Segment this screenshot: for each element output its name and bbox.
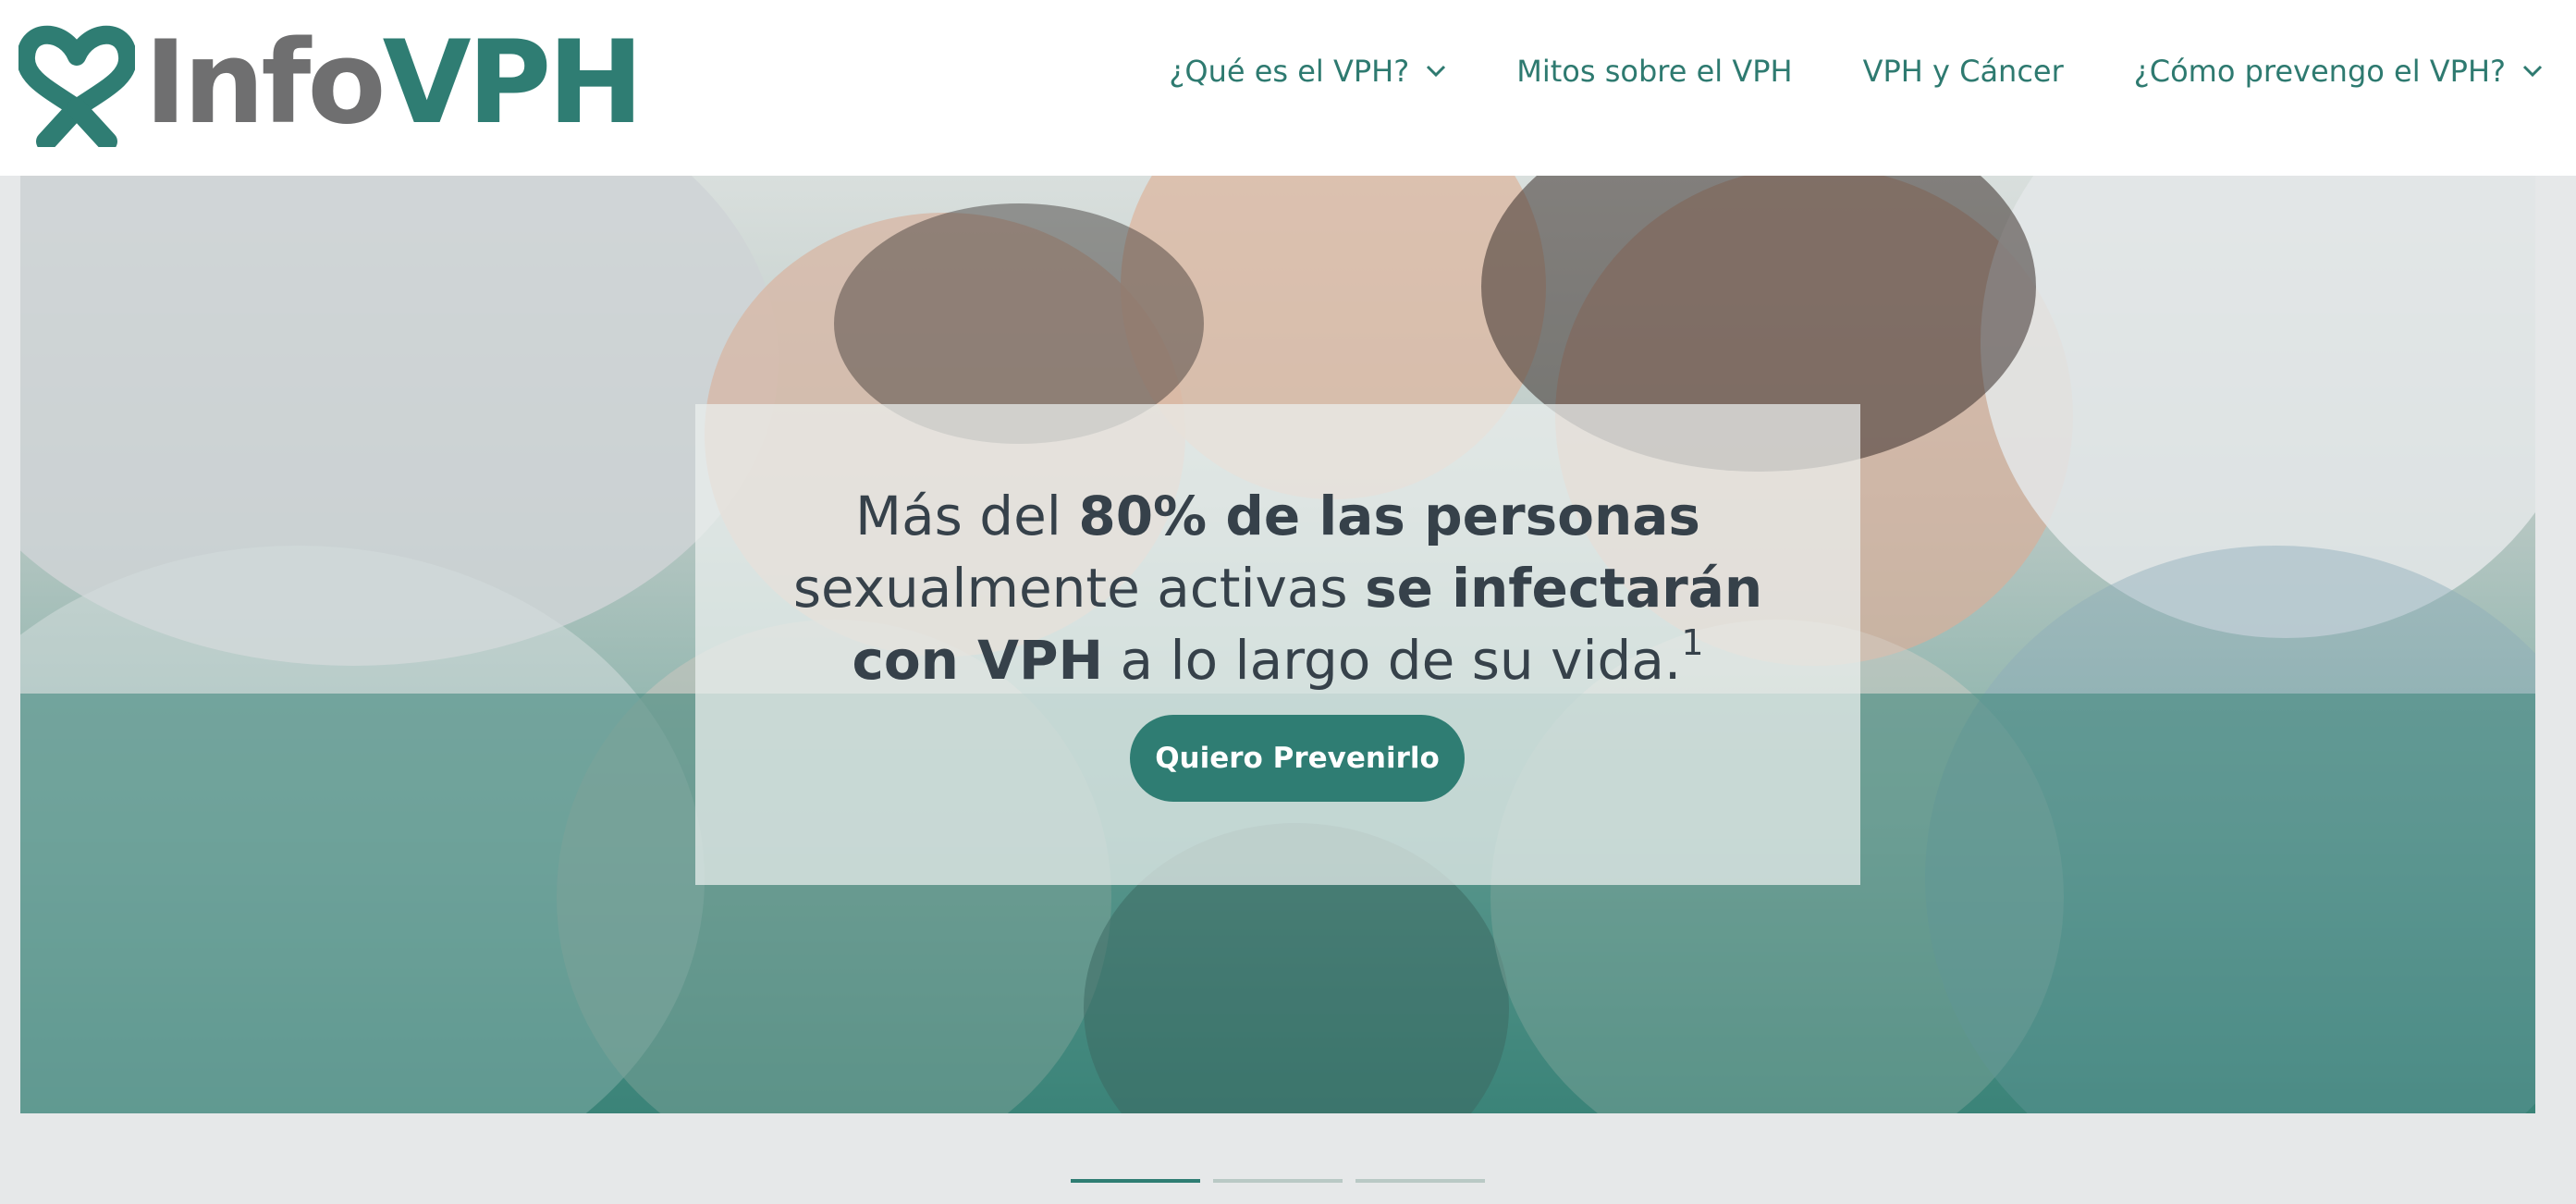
main-navigation: ¿Qué es el VPH? Mitos sobre el VPH VPH y… xyxy=(1169,54,2543,89)
footnote-marker[interactable]: 1 xyxy=(1681,622,1703,663)
quiero-prevenirlo-button[interactable]: Quiero Prevenirlo xyxy=(1130,715,1465,802)
chevron-down-icon xyxy=(1427,65,1446,78)
nav-item-label: Mitos sobre el VPH xyxy=(1516,54,1793,89)
nav-item-label: VPH y Cáncer xyxy=(1862,54,2064,89)
chevron-down-icon xyxy=(2522,65,2543,78)
nav-item-mitos[interactable]: Mitos sobre el VPH xyxy=(1516,54,1792,89)
nav-item-label: ¿Qué es el VPH? xyxy=(1169,54,1410,89)
hero-headline: Más del 80% de las personas sexualmente … xyxy=(732,480,1823,696)
carousel-indicators xyxy=(1071,1179,1498,1183)
hero-carousel-slide: Más del 80% de las personas sexualmente … xyxy=(20,176,2535,1113)
nav-item-label: ¿Cómo prevengo el VPH? xyxy=(2133,54,2506,89)
carousel-indicator-2[interactable] xyxy=(1213,1179,1343,1183)
nav-item-como-prevengo[interactable]: ¿Cómo prevengo el VPH? xyxy=(2134,54,2543,89)
headline-text: sexualmente activas xyxy=(792,557,1366,620)
nav-item-vph-y-cancer[interactable]: VPH y Cáncer xyxy=(1863,54,2064,89)
infovph-logo[interactable]: InfoVPH xyxy=(18,18,644,148)
logo-wordmark-info: Info xyxy=(144,17,386,150)
carousel-indicator-3[interactable] xyxy=(1355,1179,1485,1183)
site-header: InfoVPH ¿Qué es el VPH? Mitos sobre el V… xyxy=(0,0,2576,176)
hero-message-card: Más del 80% de las personas sexualmente … xyxy=(695,404,1860,885)
logo-wordmark-vph: VPH xyxy=(382,17,644,150)
carousel-indicator-1[interactable] xyxy=(1071,1179,1200,1183)
logo-wordmark: InfoVPH xyxy=(144,26,644,141)
heart-ribbon-icon xyxy=(18,25,135,147)
nav-item-que-es-el-vph[interactable]: ¿Qué es el VPH? xyxy=(1169,54,1446,89)
headline-text: a lo largo de su vida. xyxy=(1103,629,1682,692)
headline-text: Más del xyxy=(855,485,1079,547)
headline-bold-text: 80% de las personas xyxy=(1078,485,1700,547)
